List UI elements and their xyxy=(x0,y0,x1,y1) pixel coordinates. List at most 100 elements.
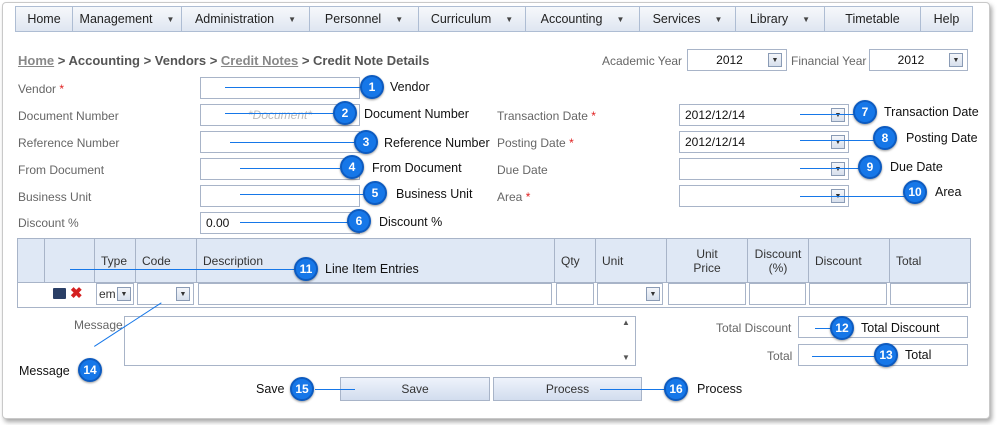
type-value: em xyxy=(99,287,116,301)
callout-badge: 12 xyxy=(830,316,854,340)
from-document-field[interactable] xyxy=(200,158,360,180)
menu-accounting[interactable]: Accounting ▼ xyxy=(526,7,640,31)
callout-text: Area xyxy=(935,185,962,199)
menu-administration[interactable]: Administration ▼ xyxy=(182,7,310,31)
menu-library[interactable]: Library ▼ xyxy=(736,7,825,31)
menu-label: Curriculum xyxy=(430,12,492,26)
required-mark: * xyxy=(525,190,531,204)
callout-text: Document Number xyxy=(364,107,469,121)
callout-text: Posting Date xyxy=(906,131,978,145)
financial-year-value: 2012 xyxy=(897,53,925,67)
chevron-down-icon[interactable]: ▼ xyxy=(831,135,845,149)
menu-timetable[interactable]: Timetable xyxy=(825,7,921,31)
column-discount[interactable]: Discount xyxy=(809,239,890,283)
chevron-down-icon: ▼ xyxy=(288,14,297,24)
total-field[interactable] xyxy=(890,283,968,305)
business-unit-label: Business Unit xyxy=(18,190,92,204)
required-mark: * xyxy=(569,136,574,150)
required-mark: * xyxy=(591,109,596,123)
discount-field[interactable]: 0.00 xyxy=(200,212,360,234)
callout-text: Total Discount xyxy=(861,321,940,335)
posting-date-label: Posting Date * xyxy=(497,136,574,150)
callout-line xyxy=(240,168,340,169)
business-unit-select[interactable] xyxy=(200,185,360,207)
chevron-down-icon[interactable]: ▼ xyxy=(646,287,660,301)
breadcrumb: Home > Accounting > Vendors > Credit Not… xyxy=(18,53,429,68)
main-menu-bar: Home Management ▼ Administration ▼ Personn… xyxy=(15,6,973,32)
menu-curriculum[interactable]: Curriculum ▼ xyxy=(419,7,526,31)
column-unit[interactable]: Unit xyxy=(596,239,667,283)
discount-field[interactable] xyxy=(809,283,887,305)
posting-date-label-text: Posting Date xyxy=(497,136,566,150)
transaction-date-value: 2012/12/14 xyxy=(685,108,746,122)
callout-line xyxy=(800,140,875,141)
callout-text: Save xyxy=(256,382,285,396)
discount-label: Discount % xyxy=(18,216,79,230)
callout-badge: 11 xyxy=(294,257,318,281)
chevron-down-icon[interactable]: ▼ xyxy=(176,287,190,301)
menu-services[interactable]: Services ▼ xyxy=(640,7,736,31)
column-code[interactable]: Code xyxy=(136,239,197,283)
column-description[interactable]: Description xyxy=(197,239,555,283)
qty-field[interactable] xyxy=(556,283,594,305)
chevron-down-icon[interactable]: ▼ xyxy=(768,53,782,67)
chevron-down-icon[interactable]: ▼ xyxy=(831,162,845,176)
menu-label: Timetable xyxy=(845,12,900,26)
document-number-label: Document Number xyxy=(18,109,119,123)
callout-badge: 9 xyxy=(858,155,882,179)
breadcrumb-credit-notes-link[interactable]: Credit Notes xyxy=(221,53,298,68)
chevron-down-icon: ▼ xyxy=(505,14,514,24)
delete-row-icon[interactable]: ✖ xyxy=(70,284,83,302)
callout-text: Process xyxy=(697,382,743,396)
scroll-up-icon[interactable]: ▲ xyxy=(622,318,630,327)
menu-management[interactable]: Management ▼ xyxy=(73,7,182,31)
vendor-label: Vendor * xyxy=(18,82,64,96)
transaction-date-label: Transaction Date * xyxy=(497,109,596,123)
discount-value: 0.00 xyxy=(206,216,230,230)
callout-badge: 2 xyxy=(333,101,357,125)
breadcrumb-home-link[interactable]: Home xyxy=(18,53,54,68)
menu-label: Administration xyxy=(194,12,275,26)
column-discount-percent[interactable]: Discount (%) xyxy=(748,239,809,283)
chevron-down-icon[interactable]: ▼ xyxy=(949,53,963,67)
posting-date-field[interactable]: 2012/12/14 xyxy=(679,131,849,153)
transaction-date-label-text: Transaction Date xyxy=(497,109,588,123)
message-label: Message xyxy=(74,318,123,332)
callout-text: Discount % xyxy=(379,215,443,229)
menu-home[interactable]: Home xyxy=(16,7,73,31)
unit-price-field[interactable] xyxy=(668,283,746,305)
callout-badge: 8 xyxy=(873,126,897,150)
save-row-icon[interactable] xyxy=(53,288,66,299)
chevron-down-icon[interactable]: ▼ xyxy=(117,287,131,301)
required-mark: * xyxy=(59,82,65,96)
column-total[interactable]: Total xyxy=(890,239,970,283)
discount-percent-field[interactable] xyxy=(749,283,806,305)
transaction-date-field[interactable]: 2012/12/14 xyxy=(679,104,849,126)
chevron-down-icon[interactable]: ▼ xyxy=(831,108,845,122)
column-type[interactable]: Type xyxy=(95,239,136,283)
callout-badge: 15 xyxy=(290,377,314,401)
callout-badge: 4 xyxy=(340,155,364,179)
save-button[interactable]: Save xyxy=(340,377,490,401)
area-label-text: Area xyxy=(497,190,523,204)
vendor-select[interactable] xyxy=(200,77,360,99)
due-date-field[interactable] xyxy=(679,158,849,180)
callout-text: Total xyxy=(905,348,932,362)
callout-line xyxy=(812,356,877,357)
grid-header-blank xyxy=(45,239,95,283)
description-field[interactable] xyxy=(198,283,552,305)
document-number-placeholder: *Document* xyxy=(247,108,313,122)
column-unit-price[interactable]: Unit Price xyxy=(667,239,748,283)
chevron-down-icon: ▼ xyxy=(714,14,723,24)
message-textarea[interactable] xyxy=(124,316,636,366)
callout-badge: 13 xyxy=(874,343,898,367)
menu-help[interactable]: Help xyxy=(921,7,972,31)
callout-line xyxy=(800,168,860,169)
callout-line xyxy=(600,389,665,390)
chevron-down-icon: ▼ xyxy=(395,14,404,24)
callout-badge: 14 xyxy=(78,358,102,382)
scroll-down-icon[interactable]: ▼ xyxy=(622,353,630,362)
callout-badge: 16 xyxy=(664,377,688,401)
menu-personnel[interactable]: Personnel ▼ xyxy=(310,7,419,31)
column-qty[interactable]: Qty xyxy=(555,239,596,283)
